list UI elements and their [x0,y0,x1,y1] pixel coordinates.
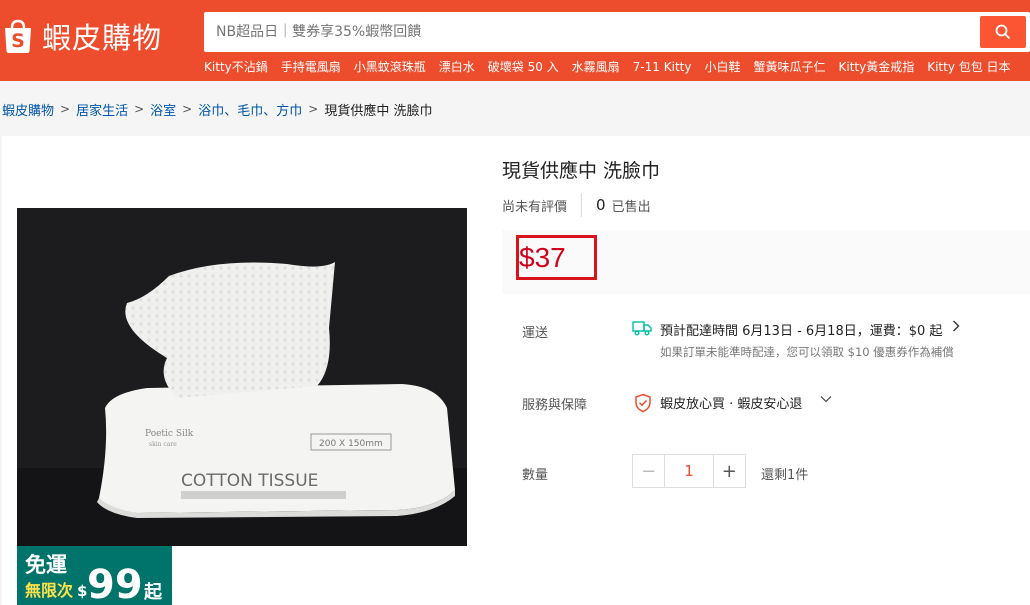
hot-keyword-link[interactable]: Kitty 包包 日本 [927,58,1010,76]
guarantee-label: 服務與保障 [522,398,588,413]
chevron-down-icon[interactable] [820,392,832,407]
breadcrumb-link-towels[interactable]: 浴巾、毛巾、方巾 [198,100,302,119]
hot-keyword-link[interactable]: 漂白水 [439,58,475,76]
hot-keyword-link[interactable]: 7-11 Kitty [633,58,692,76]
product-title: 現貨供應中 洗臉巾 [502,160,661,182]
shopping-bag-icon: S [2,18,34,54]
decrease-quantity-button[interactable]: − [633,455,665,487]
promo-line1: 免運 [25,553,67,577]
search-bar [204,12,1030,52]
promo-currency: $ [77,582,87,600]
chevron-right-icon: > [308,102,319,116]
breadcrumb: 蝦皮購物 > 居家生活 > 浴室 > 浴巾、毛巾、方巾 > 現貨供應中 洗臉巾 [2,99,432,119]
chevron-right-icon[interactable] [952,320,960,336]
product-image[interactable]: 200 X 150mm Poetic Silk skin care COTTON… [17,208,467,546]
package-size-text: 200 X 150mm [319,439,383,449]
truck-icon [632,320,652,336]
chevron-right-icon: > [60,102,71,116]
top-header: S 蝦皮購物 Kitty不沾鍋 手持電風扇 小黑蚊滾珠瓶 漂白水 破壞袋 50 … [0,0,1030,81]
shipping-note: 如果訂單未能準時配達，您可以領取 $10 優惠券作為補償 [660,345,954,359]
hot-keyword-link[interactable]: 小白鞋 [704,58,740,76]
guarantee-text[interactable]: 蝦皮放心買 · 蝦皮安心退 [660,393,802,412]
shipping-estimate[interactable]: 預計配達時間 6月13日 - 6月18日，運費：$0 起 [660,320,942,339]
shipping-label: 運送 [522,326,549,341]
breadcrumb-link-bathroom[interactable]: 浴室 [150,100,176,119]
hot-keywords: Kitty不沾鍋 手持電風扇 小黑蚊滾珠瓶 漂白水 破壞袋 50 入 水霧風扇 … [204,58,1024,76]
breadcrumb-link-home[interactable]: 蝦皮購物 [2,100,54,119]
shield-check-icon [634,393,652,413]
package-label-text: COTTON TISSUE [181,471,318,491]
divider [581,193,583,217]
stock-remaining: 還剩1件 [761,468,809,483]
promo-amount: 99 [87,562,143,605]
hot-keyword-link[interactable]: 破壞袋 50 入 [488,58,559,76]
svg-text:S: S [11,30,25,52]
hot-keyword-link[interactable]: 手持電風扇 [281,58,341,76]
chevron-right-icon: > [182,102,193,116]
logo-text: 蝦皮購物 [42,21,163,55]
hot-keyword-link[interactable]: 蟹黃味瓜子仁 [753,58,825,76]
free-shipping-badge: 免運 無限次 $ 99 起 [17,546,172,605]
rating-text: 尚未有評價 [502,199,568,215]
shopee-logo[interactable]: S 蝦皮購物 [2,16,162,56]
hot-keyword-link[interactable]: Kitty不沾鍋 [204,58,268,76]
quantity-input[interactable]: 1 [664,455,714,487]
quantity-label: 數量 [522,468,549,483]
chevron-right-icon: > [134,102,145,116]
search-icon [995,24,1011,40]
promo-line2: 無限次 [25,581,73,600]
price-box: $37 [502,230,1030,294]
quantity-stepper: − 1 + [632,454,746,488]
search-button[interactable] [980,16,1026,48]
hot-keyword-link[interactable]: 水霧風扇 [572,58,620,76]
sold-count: 0 [596,196,606,214]
promo-unit: 起 [143,581,163,603]
package-brand-sub-text: skin care [149,441,177,448]
package-brand-text: Poetic Silk [145,429,194,439]
sold-label: 已售出 [611,199,651,215]
product-card: 200 X 150mm Poetic Silk skin care COTTON… [2,136,1030,605]
product-price: $37 [519,242,566,273]
rating-row: 尚未有評價 0 已售出 [502,193,651,217]
increase-quantity-button[interactable]: + [713,455,745,487]
search-input[interactable] [216,12,956,52]
breadcrumb-link-home-living[interactable]: 居家生活 [76,100,128,119]
breadcrumb-current: 現貨供應中 洗臉巾 [324,103,433,119]
hot-keyword-link[interactable]: Kitty黃金戒指 [838,58,914,76]
hot-keyword-link[interactable]: 小黑蚊滾珠瓶 [354,58,426,76]
